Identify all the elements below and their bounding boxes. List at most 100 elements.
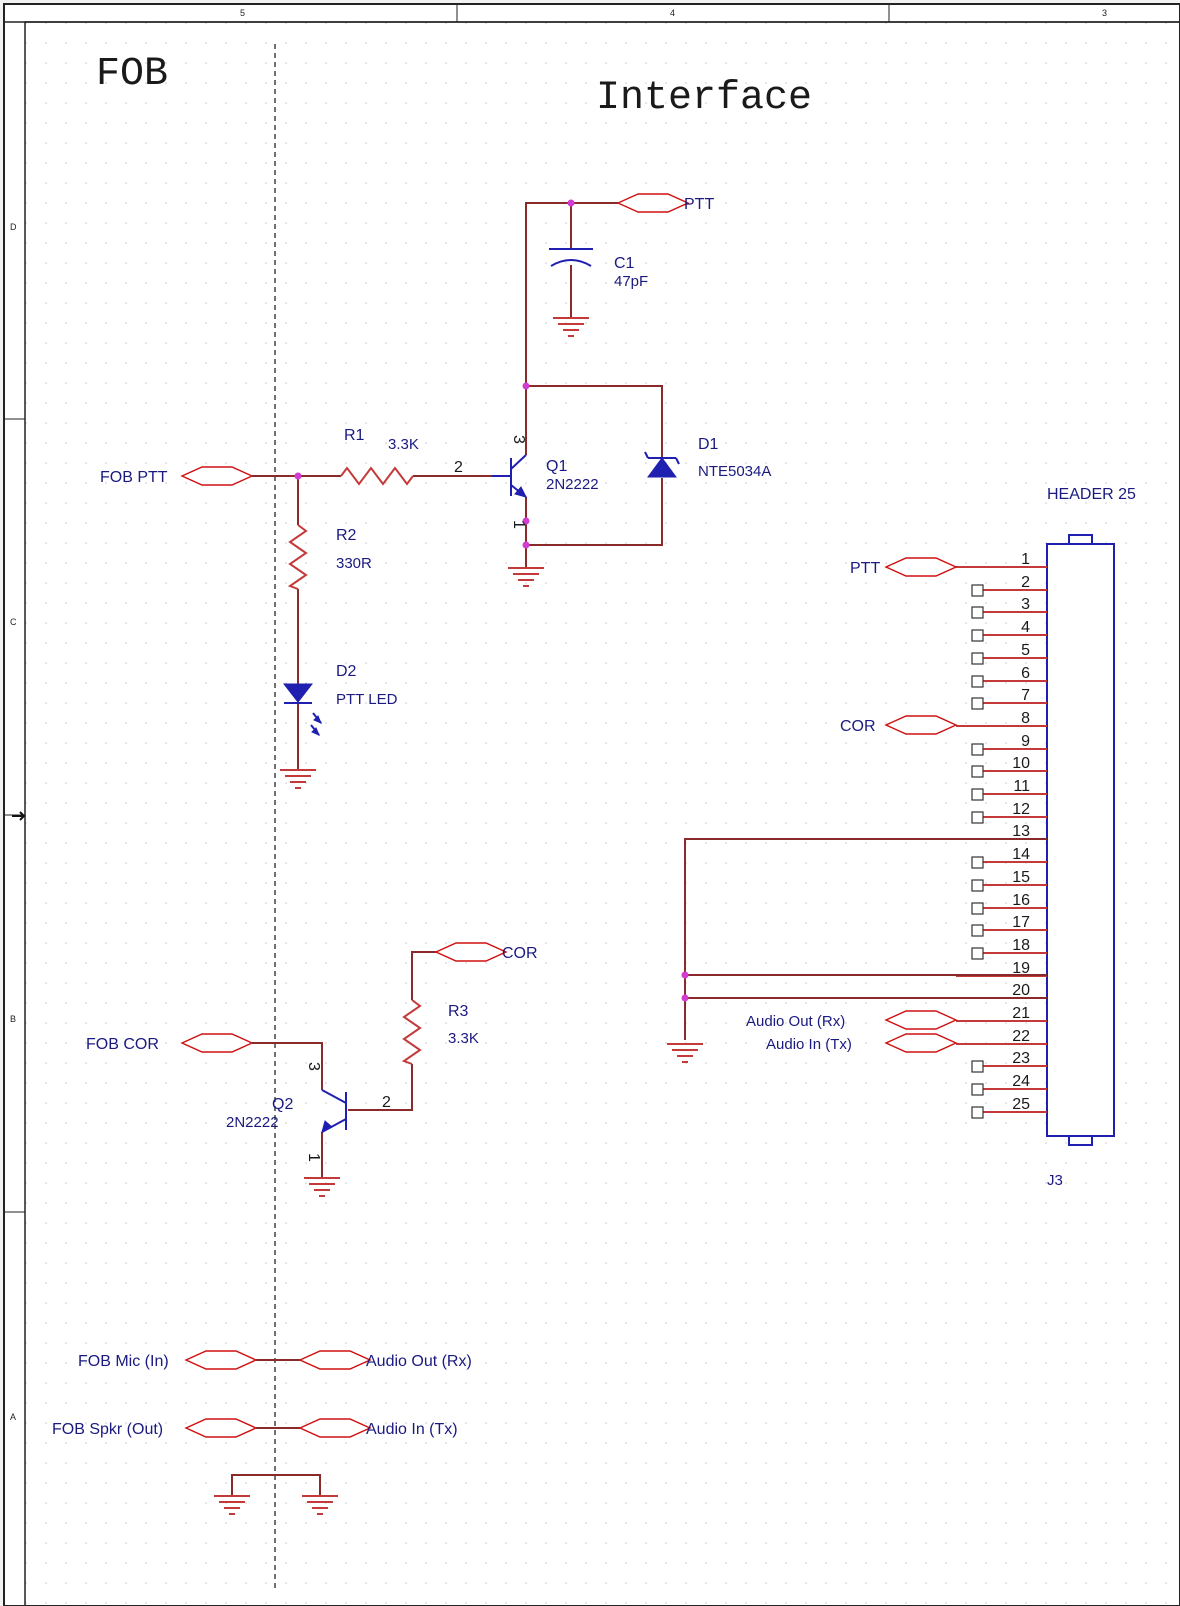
- header-pin-number: 5: [1021, 642, 1030, 659]
- zone-label-left: D: [10, 222, 17, 232]
- r2-ref: R2: [336, 527, 357, 544]
- header-pin-open-terminal: [971, 652, 984, 665]
- junction-dot: [522, 541, 530, 549]
- header-pin-open-terminal: [971, 765, 984, 778]
- header-pin-number: 13: [1012, 823, 1030, 840]
- port-audio-out: Audio Out (Rx): [298, 1350, 472, 1370]
- header-pin-number: 3: [1021, 596, 1030, 613]
- header-pin-number: 21: [1012, 1005, 1030, 1022]
- sheet-border: [0, 0, 1180, 1606]
- q2-pin-number: 2: [382, 1094, 391, 1111]
- header-pin-open-terminal: [971, 629, 984, 642]
- header-pin-open-terminal: [971, 902, 984, 915]
- header-pin-number: 15: [1012, 869, 1030, 886]
- header-pin-open-terminal: [971, 879, 984, 892]
- junction-dot: [522, 382, 530, 390]
- zone-label-top: 3: [1102, 8, 1107, 18]
- port-label: COR: [840, 718, 876, 735]
- header-pin-open-terminal: [971, 1083, 984, 1096]
- d1-value: NTE5034A: [698, 463, 771, 480]
- c1-ref: C1: [614, 255, 635, 272]
- header-pin-number: 16: [1012, 892, 1030, 909]
- q1-pin-number: 2: [454, 459, 463, 476]
- port-label: Audio In (Tx): [366, 1421, 458, 1438]
- q1-pin-number: 3: [510, 435, 527, 444]
- header-pin-number: 12: [1012, 801, 1030, 818]
- d2-ref: D2: [336, 663, 357, 680]
- q2-pin-number: 1: [305, 1153, 322, 1162]
- port-label: PTT: [684, 196, 714, 213]
- header-pin-number: 2: [1021, 574, 1030, 591]
- q2-value: 2N2222: [226, 1114, 279, 1131]
- port-cor: COR: [434, 942, 538, 962]
- port-header-ptt: PTT: [850, 557, 958, 577]
- zone-label-top: 5: [240, 8, 245, 18]
- r3-value: 3.3K: [448, 1030, 479, 1047]
- q2-ref: Q2: [272, 1096, 293, 1113]
- header-pin-number: 18: [1012, 937, 1030, 954]
- header-pin-open-terminal: [971, 1060, 984, 1073]
- header-pin-number: 23: [1012, 1050, 1030, 1067]
- schematic-sheet: 5 4 3 D C B A FOB Interface PTT C1 47pF: [0, 0, 1180, 1606]
- port-audio-in: Audio In (Tx): [298, 1418, 458, 1438]
- q1-value: 2N2222: [546, 476, 599, 493]
- zone-label-top: 4: [670, 8, 675, 18]
- port-label: Audio Out (Rx): [746, 1013, 845, 1030]
- d1-ref: D1: [698, 436, 719, 453]
- q1-pin-number: 1: [510, 520, 527, 529]
- q2-pin-number: 3: [305, 1062, 322, 1071]
- header-pin-open-terminal: [971, 947, 984, 960]
- r3-ref: R3: [448, 1003, 469, 1020]
- junction-dot: [567, 199, 575, 207]
- header-pin-number: 4: [1021, 619, 1030, 636]
- port-ptt-top: PTT: [616, 193, 714, 213]
- header-pin-number: 14: [1012, 846, 1030, 863]
- header-pin-number: 20: [1012, 982, 1030, 999]
- port-label: FOB COR: [86, 1036, 159, 1053]
- junction-dot: [681, 994, 689, 1002]
- header-j3-body: [1046, 534, 1115, 1146]
- j3-value: HEADER 25: [1047, 486, 1136, 503]
- header-pin-open-terminal: [971, 675, 984, 688]
- header-pin-number: 11: [1013, 778, 1030, 795]
- port-fob-spkr: FOB Spkr (Out): [52, 1418, 258, 1438]
- header-pin-number: 25: [1012, 1096, 1030, 1113]
- header-pin-open-terminal: [971, 697, 984, 710]
- zone-label-left: B: [10, 1014, 16, 1024]
- header-pin-number: 1: [1021, 551, 1030, 568]
- header-pin-number: 8: [1021, 710, 1030, 727]
- c1-value: 47pF: [614, 273, 648, 290]
- header-pin-number: 17: [1012, 914, 1030, 931]
- port-fob-mic: FOB Mic (In): [78, 1350, 258, 1370]
- r1-ref: R1: [344, 427, 365, 444]
- r1-value: 3.3K: [388, 436, 419, 453]
- port-label: FOB Spkr (Out): [52, 1421, 163, 1438]
- header-pin-number: 10: [1012, 755, 1030, 772]
- section-title-fob: FOB: [96, 52, 168, 97]
- section-title-interface: Interface: [596, 76, 812, 121]
- header-pin-number: 6: [1021, 665, 1030, 682]
- header-pin-open-terminal: [971, 811, 984, 824]
- r2-value: 330R: [336, 555, 372, 572]
- port-label: Audio Out (Rx): [366, 1353, 472, 1370]
- header-pin-open-terminal: [971, 924, 984, 937]
- port-label: Audio In (Tx): [766, 1036, 852, 1053]
- q1-ref: Q1: [546, 458, 567, 475]
- j3-ref: J3: [1047, 1172, 1063, 1189]
- junction-dot: [681, 971, 689, 979]
- header-pin-number: 7: [1021, 687, 1030, 704]
- port-label: COR: [502, 945, 538, 962]
- header-pin-open-terminal: [971, 856, 984, 869]
- port-label: FOB Mic (In): [78, 1353, 169, 1370]
- port-label: FOB PTT: [100, 469, 168, 486]
- junction-dot: [294, 472, 302, 480]
- header-pin-open-terminal: [971, 1106, 984, 1119]
- header-pin-number: 22: [1012, 1028, 1030, 1045]
- header-pin-number: 24: [1012, 1073, 1030, 1090]
- d2-value: PTT LED: [336, 691, 398, 708]
- zone-label-left: C: [10, 617, 17, 627]
- header-pin-number: 9: [1021, 733, 1030, 750]
- header-pin-open-terminal: [971, 606, 984, 619]
- port-label: PTT: [850, 560, 880, 577]
- header-pin-open-terminal: [971, 743, 984, 756]
